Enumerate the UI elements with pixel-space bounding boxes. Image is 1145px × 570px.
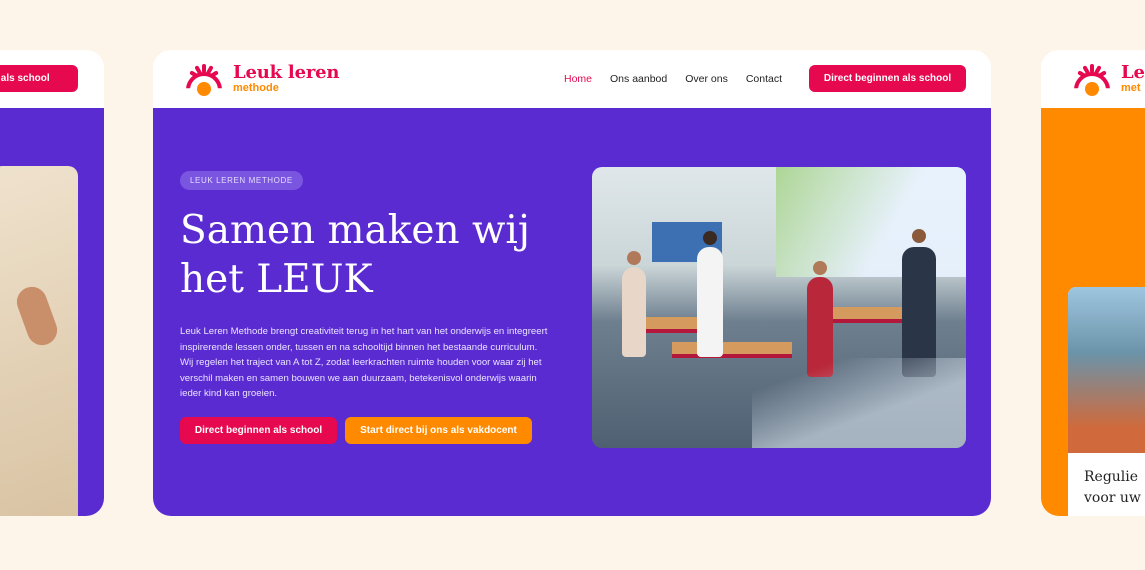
right-card-hero: Regulie voor uw: [1041, 108, 1145, 516]
nav-item-contact[interactable]: Contact: [746, 73, 782, 85]
nav-item-home[interactable]: Home: [564, 73, 592, 85]
direct-beginnen-button[interactable]: Direct beginnen als school: [180, 417, 337, 444]
right-card-navbar: Leu met: [1041, 50, 1145, 108]
nav-item-ons-aanbod[interactable]: Ons aanbod: [610, 73, 667, 85]
main-menu: Home Ons aanbod Over ons Contact: [564, 73, 800, 85]
right-card-logo-sun-icon: [1069, 62, 1115, 96]
preview-card-main: Leuk leren methode Home Ons aanbod Over …: [153, 50, 991, 516]
hero-badge: LEUK LEREN METHODE: [180, 171, 303, 190]
logo-title: Leuk leren: [233, 62, 340, 83]
right-card-panel: Regulie voor uw: [1068, 287, 1145, 516]
hero-headline-line1: Samen maken wij: [180, 208, 530, 253]
preview-card-left: en als school: [0, 50, 104, 516]
right-card-logo-subtitle: met: [1121, 82, 1141, 94]
nav-item-over-ons[interactable]: Over ons: [685, 73, 728, 85]
hero-paragraph: Leuk Leren Methode brengt creativiteit t…: [180, 326, 548, 399]
hero-section: LEUK LEREN METHODE Samen maken wij het L…: [153, 108, 991, 516]
right-card-photo: [1068, 287, 1145, 453]
logo-subtitle: methode: [233, 82, 279, 94]
navbar: Leuk leren methode Home Ons aanbod Over …: [153, 50, 991, 108]
right-card-text-line1: Regulie: [1084, 469, 1139, 485]
classroom-photo: [592, 167, 966, 448]
left-card-cta-button[interactable]: en als school: [0, 65, 78, 92]
right-card-logo-title: Leu: [1121, 62, 1145, 83]
start-vakdocent-button[interactable]: Start direct bij ons als vakdocent: [345, 417, 532, 444]
left-card-navbar: en als school: [0, 50, 104, 108]
hero-headline: Samen maken wij het LEUK: [180, 206, 560, 304]
left-card-photo: [0, 166, 78, 516]
left-card-hero: [0, 108, 104, 516]
logo-sun-icon: [181, 62, 227, 96]
logo[interactable]: Leuk leren methode: [181, 62, 339, 96]
right-card-logo[interactable]: Leu met: [1069, 62, 1145, 96]
preview-card-right: Leu met Regulie voor uw: [1041, 50, 1145, 516]
right-card-text-line2: voor uw: [1084, 490, 1141, 506]
hero-headline-line2: het LEUK: [180, 257, 373, 302]
nav-cta-button[interactable]: Direct beginnen als school: [809, 65, 966, 92]
